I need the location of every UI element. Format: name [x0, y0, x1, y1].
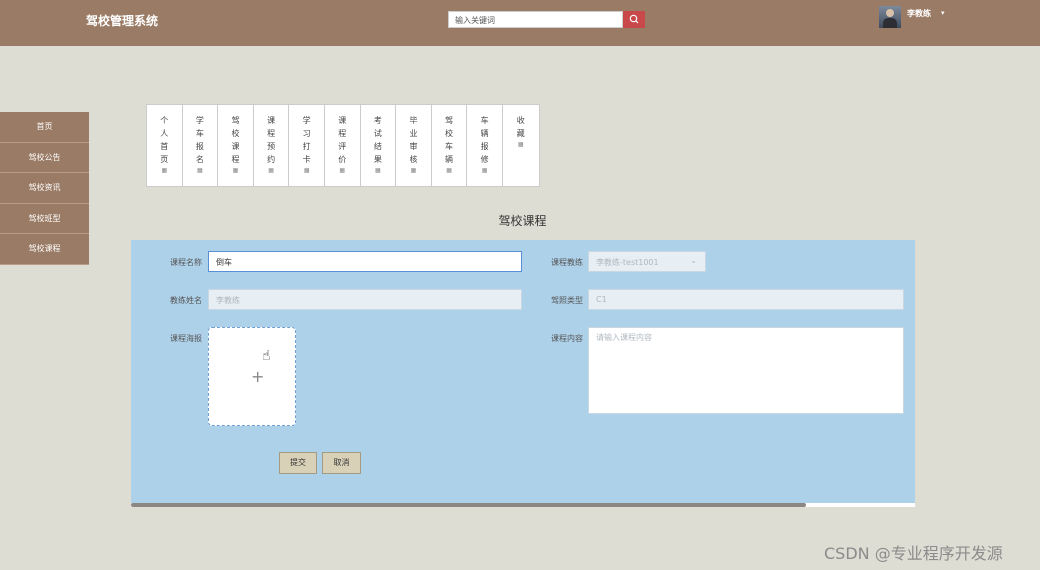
course-form: 课程名称 倒车 课程教练 李教练-test1001 ⌄ 教练姓名 李教练 驾照类…	[131, 240, 915, 507]
sidebar-item-announcements[interactable]: 驾校公告	[0, 142, 89, 173]
coach-name-label: 教练姓名	[170, 296, 202, 305]
tab-label: 驾校车辆	[445, 116, 454, 164]
username: 李教练	[907, 8, 931, 18]
tab-label: 收藏	[516, 116, 525, 138]
plus-icon: +	[251, 367, 265, 386]
course-name-input[interactable]: 倒车	[208, 251, 522, 272]
tab-bar: 个人首页 ▦ 学车报名 ▦ 驾校课程 ▦ 课程预约 ▦ 学习打卡 ▦ 课程评价 ▦ 考试结果…	[146, 104, 540, 187]
grid-icon: ▦	[375, 167, 381, 174]
tab-label: 个人首页	[160, 116, 169, 164]
course-name-label: 课程名称	[170, 258, 202, 267]
tab-booking[interactable]: 课程预约 ▦	[254, 105, 290, 186]
grid-icon: ▦	[410, 167, 417, 174]
search-icon	[629, 14, 639, 24]
chevron-down-icon[interactable]: ▾	[941, 9, 945, 17]
coach-select[interactable]: 李教练-test1001 ⌄	[588, 251, 706, 272]
watermark: CSDN @专业程序开发源	[824, 544, 1003, 563]
chevron-down-icon: ⌄	[690, 256, 697, 265]
sidebar-item-courses[interactable]: 驾校课程	[0, 234, 89, 265]
sidebar-item-home[interactable]: 首页	[0, 112, 89, 143]
tab-personal-home[interactable]: 个人首页 ▦	[147, 105, 183, 186]
tab-reviews[interactable]: 课程评价 ▦	[325, 105, 361, 186]
grid-icon: ▦	[197, 167, 203, 174]
tab-label: 课程预约	[267, 116, 276, 164]
user-menu[interactable]: 李教练 ▾	[879, 6, 945, 28]
scrollbar-thumb[interactable]	[131, 503, 806, 507]
tab-label: 考试结果	[373, 116, 382, 164]
grid-icon: ▦	[303, 167, 310, 174]
brand-title: 驾校管理系统	[86, 14, 159, 28]
license-type-input[interactable]: C1	[588, 289, 904, 310]
poster-upload[interactable]: ☝ +	[208, 327, 296, 426]
coach-select-value: 李教练-test1001	[596, 258, 659, 267]
hand-cursor-icon: ☝	[262, 348, 271, 364]
sidebar-item-news[interactable]: 驾校资讯	[0, 173, 89, 204]
grid-icon: ▦	[161, 167, 168, 174]
poster-label: 课程海报	[170, 334, 202, 343]
tab-repairs[interactable]: 车辆报修 ▦	[467, 105, 503, 186]
horizontal-scrollbar[interactable]	[131, 503, 915, 507]
search-input[interactable]: 输入关键词	[448, 11, 623, 28]
grid-icon: ▦	[446, 167, 452, 174]
submit-button[interactable]: 提交	[279, 452, 317, 474]
coach-name-input[interactable]: 李教练	[208, 289, 522, 310]
sidebar: 首页 驾校公告 驾校资讯 驾校班型 驾校课程	[0, 112, 89, 265]
top-header: 驾校管理系统 输入关键词 李教练 ▾	[0, 0, 1040, 46]
license-type-label: 驾照类型	[551, 296, 583, 305]
tab-courses[interactable]: 驾校课程 ▦	[218, 105, 254, 186]
tab-label: 学车报名	[195, 116, 204, 164]
tab-exam-results[interactable]: 考试结果 ▦	[361, 105, 397, 186]
grid-icon: ▦	[481, 167, 488, 174]
coach-label: 课程教练	[551, 258, 583, 267]
page-title: 驾校课程	[498, 214, 547, 228]
tab-checkin[interactable]: 学习打卡 ▦	[289, 105, 325, 186]
tab-vehicles[interactable]: 驾校车辆 ▦	[432, 105, 468, 186]
grid-icon: ▦	[268, 167, 274, 174]
grid-icon: ▦	[232, 167, 239, 174]
search-button[interactable]	[623, 11, 645, 28]
tab-graduation[interactable]: 毕业审核 ▦	[396, 105, 432, 186]
tab-label: 驾校课程	[231, 116, 240, 164]
content-textarea[interactable]: 请输入课程内容	[588, 327, 904, 414]
grid-icon: ▦	[339, 167, 346, 174]
tab-label: 车辆报修	[480, 116, 489, 164]
tab-label: 学习打卡	[302, 116, 311, 164]
content-label: 课程内容	[551, 334, 583, 343]
tab-label: 毕业审核	[409, 116, 418, 164]
tab-label: 课程评价	[338, 116, 347, 164]
avatar[interactable]	[879, 6, 901, 28]
tab-enrollment[interactable]: 学车报名 ▦	[183, 105, 219, 186]
cancel-button[interactable]: 取消	[322, 452, 361, 474]
tab-favorites[interactable]: 收藏 ▦	[503, 105, 539, 186]
grid-icon: ▦	[517, 141, 524, 148]
